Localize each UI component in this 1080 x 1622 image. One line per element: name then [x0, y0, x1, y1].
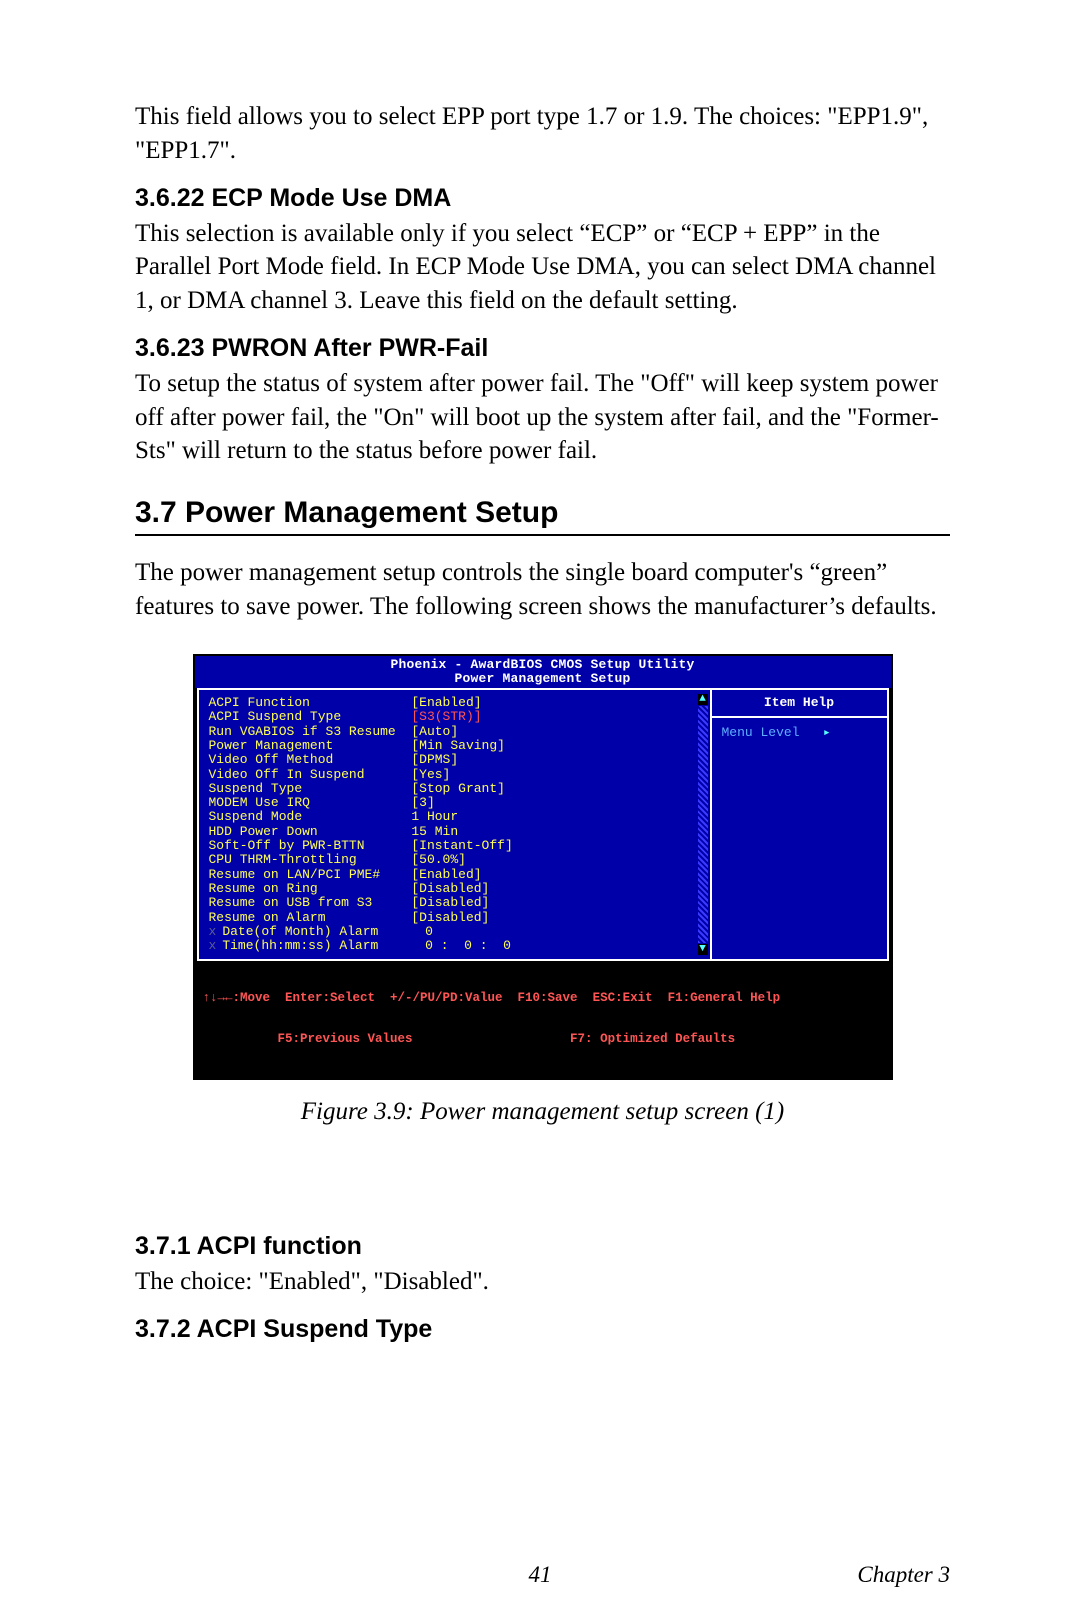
- bios-setting-row: HDD Power Down 15 Min: [209, 825, 706, 839]
- setting-label: Suspend Type: [209, 781, 412, 796]
- bios-setting-row: Run VGABIOS if S3 Resume [Auto]: [209, 725, 706, 739]
- setting-value: [3]: [411, 795, 434, 810]
- setting-value: [Disabled]: [411, 881, 489, 896]
- disabled-marker: x: [209, 938, 217, 953]
- heading-ecp-mode: 3.6.22 ECP Mode Use DMA: [135, 184, 950, 213]
- bios-setting-row: x Time(hh:mm:ss) Alarm 0 : 0 : 0: [209, 939, 706, 953]
- disabled-marker: x: [209, 924, 217, 939]
- bios-title: Phoenix - AwardBIOS CMOS Setup Utility P…: [195, 656, 891, 689]
- bios-setting-row: Resume on Ring [Disabled]: [209, 882, 706, 896]
- bios-setting-row: Soft-Off by PWR-BTTN [Instant-Off]: [209, 839, 706, 853]
- setting-label: ACPI Suspend Type: [209, 709, 412, 724]
- bios-setting-row: Video Off In Suspend [Yes]: [209, 768, 706, 782]
- setting-label: Date(of Month) Alarm: [222, 924, 425, 939]
- setting-label: Resume on Ring: [209, 881, 412, 896]
- ecp-paragraph: This selection is available only if you …: [135, 217, 950, 318]
- bios-footer: ↑↓→←:Move Enter:Select +/-/PU/PD:Value F…: [195, 961, 891, 1078]
- heading-acpi-function: 3.7.1 ACPI function: [135, 1232, 950, 1261]
- bios-setting-row: Resume on USB from S3 [Disabled]: [209, 896, 706, 910]
- setting-value: [Min Saving]: [411, 738, 505, 753]
- setting-label: Resume on LAN/PCI PME#: [209, 867, 412, 882]
- setting-label: ACPI Function: [209, 695, 412, 710]
- setting-label: Time(hh:mm:ss) Alarm: [222, 938, 425, 953]
- scroll-up-icon: ▲: [698, 694, 708, 705]
- bios-setting-row: x Date(of Month) Alarm 0: [209, 925, 706, 939]
- setting-value: [50.0%]: [411, 852, 466, 867]
- bios-setting-row: Video Off Method [DPMS]: [209, 753, 706, 767]
- setting-value: [Disabled]: [411, 910, 489, 925]
- acpi-function-paragraph: The choice: "Enabled", "Disabled".: [135, 1265, 950, 1299]
- bios-setting-row: Power Management [Min Saving]: [209, 739, 706, 753]
- bios-footer-line1: ↑↓→←:Move Enter:Select +/-/PU/PD:Value F…: [203, 992, 883, 1006]
- setting-label: HDD Power Down: [209, 824, 412, 839]
- chapter-label: Chapter 3: [857, 1562, 950, 1588]
- bios-setting-row: CPU THRM-Throttling [50.0%]: [209, 853, 706, 867]
- setting-value: 0: [425, 924, 433, 939]
- setting-value: [DPMS]: [411, 752, 458, 767]
- bios-setting-row: ACPI Suspend Type [S3(STR)]: [209, 710, 706, 724]
- pm-paragraph: The power management setup controls the …: [135, 556, 950, 624]
- setting-label: Resume on Alarm: [209, 910, 412, 925]
- setting-value: 1 Hour: [411, 809, 458, 824]
- setting-label: Power Management: [209, 738, 412, 753]
- bios-help-menu-level: Menu Level: [722, 725, 800, 740]
- bios-setting-row: Suspend Type [Stop Grant]: [209, 782, 706, 796]
- setting-label: Suspend Mode: [209, 809, 412, 824]
- bios-setting-row: ACPI Function [Enabled]: [209, 696, 706, 710]
- setting-label: CPU THRM-Throttling: [209, 852, 412, 867]
- bios-footer-line2: F5:Previous Values F7: Optimized Default…: [203, 1033, 883, 1047]
- heading-pwron: 3.6.23 PWRON After PWR-Fail: [135, 334, 950, 363]
- bios-screenshot: Phoenix - AwardBIOS CMOS Setup Utility P…: [193, 654, 893, 1081]
- bios-setting-row: Resume on Alarm [Disabled]: [209, 911, 706, 925]
- bios-help-header: Item Help: [712, 690, 887, 718]
- setting-value: [Enabled]: [411, 867, 481, 882]
- heading-acpi-suspend-type: 3.7.2 ACPI Suspend Type: [135, 1315, 950, 1344]
- bios-settings-panel: ACPI Function [Enabled]ACPI Suspend Type…: [199, 690, 710, 959]
- menu-level-arrow-icon: ▸: [807, 725, 830, 740]
- scroll-down-icon: ▼: [698, 944, 708, 955]
- setting-label: Video Off In Suspend: [209, 767, 412, 782]
- bios-setting-row: Suspend Mode 1 Hour: [209, 810, 706, 824]
- bios-setting-row: MODEM Use IRQ [3]: [209, 796, 706, 810]
- bios-setting-row: Resume on LAN/PCI PME# [Enabled]: [209, 868, 706, 882]
- setting-value: 15 Min: [411, 824, 458, 839]
- heading-power-management: 3.7 Power Management Setup: [135, 496, 950, 530]
- page-number: 41: [529, 1562, 552, 1588]
- section-divider: [135, 534, 950, 536]
- setting-value: [S3(STR)]: [411, 709, 481, 724]
- figure-caption: Figure 3.9: Power management setup scree…: [135, 1098, 950, 1126]
- setting-value: [Enabled]: [411, 695, 481, 710]
- setting-label: Soft-Off by PWR-BTTN: [209, 838, 412, 853]
- bios-help-panel: Item Help Menu Level ▸: [710, 690, 887, 959]
- setting-value: [Stop Grant]: [411, 781, 505, 796]
- pwron-paragraph: To setup the status of system after powe…: [135, 367, 950, 468]
- setting-value: [Instant-Off]: [411, 838, 512, 853]
- setting-label: MODEM Use IRQ: [209, 795, 412, 810]
- bios-title-line1: Phoenix - AwardBIOS CMOS Setup Utility: [195, 658, 891, 672]
- setting-value: [Yes]: [411, 767, 450, 782]
- setting-value: [Auto]: [411, 724, 458, 739]
- bios-title-line2: Power Management Setup: [195, 672, 891, 686]
- setting-label: Run VGABIOS if S3 Resume: [209, 724, 412, 739]
- bios-scrollbar: ▲ ▼: [698, 694, 708, 955]
- setting-value: [Disabled]: [411, 895, 489, 910]
- epp-paragraph: This field allows you to select EPP port…: [135, 100, 950, 168]
- setting-label: Video Off Method: [209, 752, 412, 767]
- setting-value: 0 : 0 : 0: [425, 938, 511, 953]
- setting-label: Resume on USB from S3: [209, 895, 412, 910]
